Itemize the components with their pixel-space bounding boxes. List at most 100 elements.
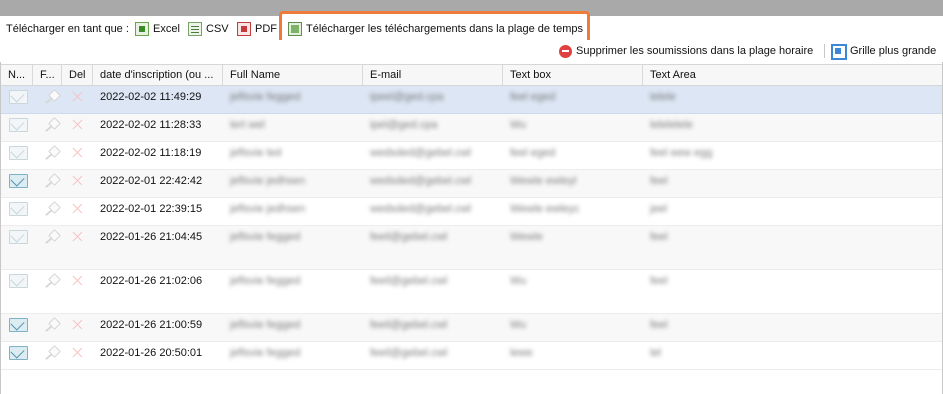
download-range-icon xyxy=(288,22,302,36)
larger-grid-label: Grille plus grande xyxy=(850,45,937,57)
export-csv-label: CSV xyxy=(206,23,229,35)
table-row[interactable]: 2022-01-26 20:50:01 jeflsvie fegged feeil@… xyxy=(1,342,942,370)
download-range-label: Télécharger les téléchargements dans la … xyxy=(306,23,583,35)
download-as-label: Télécharger en tant que : xyxy=(6,23,129,35)
cell-text-area: feel xyxy=(650,231,668,243)
delete-range-label: Supprimer les soumissions dans la plage … xyxy=(576,45,814,57)
column-header-flag[interactable]: F... xyxy=(33,65,62,86)
pin-flag-icon[interactable] xyxy=(41,346,59,362)
cell-email: ipeel@ged.cpa xyxy=(370,91,444,103)
cell-text-area: lelele xyxy=(650,91,676,103)
cell-text-box: Wewle ewleyl xyxy=(510,175,577,187)
cell-text-box: Wu xyxy=(510,119,527,131)
delete-x-icon[interactable] xyxy=(72,175,83,186)
column-header-new[interactable]: N... xyxy=(1,65,33,86)
export-pdf-button[interactable]: PDF xyxy=(237,20,277,38)
cell-text-area: jeel xyxy=(650,203,668,215)
envelope-read-icon[interactable] xyxy=(9,346,28,360)
pin-flag-icon[interactable] xyxy=(41,146,59,162)
excel-icon xyxy=(135,22,149,36)
pdf-icon xyxy=(237,22,251,36)
delete-x-icon[interactable] xyxy=(72,275,83,286)
cell-text-box: feel eged xyxy=(510,91,556,103)
envelope-icon[interactable] xyxy=(9,230,28,244)
expand-grid-icon xyxy=(830,43,847,60)
cell-date: 2022-02-01 22:42:42 xyxy=(100,175,203,187)
envelope-icon[interactable] xyxy=(9,118,28,132)
envelope-icon[interactable] xyxy=(9,202,28,216)
envelope-icon[interactable] xyxy=(9,90,28,104)
cell-full-name: jeflsvie fegged xyxy=(230,275,301,287)
cell-date: 2022-02-02 11:18:19 xyxy=(100,147,202,159)
delete-circle-icon xyxy=(559,44,572,58)
cell-email: feeil@gebel.cwl xyxy=(370,347,448,359)
cell-full-name: jeflsvie fegged xyxy=(230,347,301,359)
cell-full-name: jeflsvie fegged xyxy=(230,91,301,103)
column-header-email[interactable]: E-mail xyxy=(363,65,503,86)
cell-full-name: jeflsvie jedhsen xyxy=(230,175,306,187)
cell-email: feeil@gebel.cwl xyxy=(370,275,448,287)
pin-flag-icon[interactable] xyxy=(41,174,59,190)
delete-range-button[interactable]: Supprimer les soumissions dans la plage … xyxy=(559,42,813,60)
table-row[interactable]: 2022-02-02 11:18:19 jeflsvie led wedsded@g… xyxy=(1,142,942,170)
pin-flag-icon[interactable] xyxy=(41,90,59,106)
table-row[interactable]: 2022-01-26 21:04:45 jeflsvie fegged feeil@… xyxy=(1,226,942,270)
larger-grid-button[interactable]: Grille plus grande xyxy=(830,42,936,60)
pin-flag-icon[interactable] xyxy=(41,202,59,218)
delete-x-icon[interactable] xyxy=(72,347,83,358)
table-row[interactable]: 2022-01-26 21:00:59 jeflsvie fegged feeil@… xyxy=(1,314,942,342)
cell-text-area: feel xyxy=(650,275,668,287)
cell-date: 2022-02-02 11:28:33 xyxy=(100,119,202,131)
cell-text-area: feel eew egg xyxy=(650,147,713,159)
column-header-date[interactable]: date d'inscription (ou ... xyxy=(93,65,223,86)
csv-icon xyxy=(188,22,202,36)
download-range-button[interactable]: Télécharger les téléchargements dans la … xyxy=(288,20,583,38)
envelope-read-icon[interactable] xyxy=(9,174,28,188)
delete-x-icon[interactable] xyxy=(72,91,83,102)
cell-full-name: jeflsvie jedhsen xyxy=(230,203,306,215)
table-row[interactable]: 2022-02-02 11:28:33 lert wel ipel@ged.cpa W… xyxy=(1,114,942,142)
export-csv-button[interactable]: CSV xyxy=(188,20,229,38)
export-excel-button[interactable]: Excel xyxy=(135,20,180,38)
pin-flag-icon[interactable] xyxy=(41,274,59,290)
table-row[interactable]: 2022-02-02 11:49:29 jeflsvie fegged ipeel@… xyxy=(1,86,942,114)
cell-email: ipel@ged.cpa xyxy=(370,119,438,131)
delete-x-icon[interactable] xyxy=(72,231,83,242)
cell-text-area: lel xyxy=(650,347,662,359)
cell-date: 2022-02-01 22:39:15 xyxy=(100,203,203,215)
cell-text-box: lewe xyxy=(510,347,533,359)
cell-text-area: lelelelele xyxy=(650,119,693,131)
cell-text-box: Wewle xyxy=(510,231,543,243)
delete-x-icon[interactable] xyxy=(72,319,83,330)
export-pdf-label: PDF xyxy=(255,23,277,35)
envelope-read-icon[interactable] xyxy=(9,318,28,332)
column-header-text-box[interactable]: Text box xyxy=(503,65,643,86)
delete-x-icon[interactable] xyxy=(72,119,83,130)
cell-date: 2022-02-02 11:49:29 xyxy=(100,91,202,103)
pin-flag-icon[interactable] xyxy=(41,318,59,334)
delete-x-icon[interactable] xyxy=(72,147,83,158)
envelope-icon[interactable] xyxy=(9,146,28,160)
table-row[interactable]: 2022-01-26 21:02:06 jeflsvie fegged feeil@… xyxy=(1,270,942,314)
cell-email: wedsded@gebel.cwl xyxy=(370,175,472,187)
submissions-grid: N... F... Del date d'inscription (ou ...… xyxy=(1,64,942,394)
envelope-icon[interactable] xyxy=(9,274,28,288)
cell-full-name: jeflsvie fegged xyxy=(230,231,301,243)
column-header-text-area[interactable]: Text Area xyxy=(643,65,942,86)
grid-header: N... F... Del date d'inscription (ou ...… xyxy=(1,64,942,86)
delete-x-icon[interactable] xyxy=(72,203,83,214)
table-row[interactable]: 2022-02-01 22:42:42 jeflsvie jedhsen wedsd… xyxy=(1,170,942,198)
pin-flag-icon[interactable] xyxy=(41,230,59,246)
table-row[interactable]: 2022-02-01 22:39:15 jeflsvie jedhsen wedsd… xyxy=(1,198,942,226)
column-header-full-name[interactable]: Full Name xyxy=(223,65,363,86)
cell-full-name: jeflsvie led xyxy=(230,147,282,159)
pin-flag-icon[interactable] xyxy=(41,118,59,134)
cell-text-box: Wewle ewleyc xyxy=(510,203,580,215)
cell-text-area: feel xyxy=(650,175,668,187)
column-header-delete[interactable]: Del xyxy=(62,65,93,86)
cell-email: wedsded@gebel.cwl xyxy=(370,203,472,215)
toolbar-separator xyxy=(824,44,825,58)
cell-date: 2022-01-26 21:04:45 xyxy=(100,231,203,243)
cell-text-box: feel eged xyxy=(510,147,556,159)
cell-date: 2022-01-26 21:02:06 xyxy=(100,275,203,287)
